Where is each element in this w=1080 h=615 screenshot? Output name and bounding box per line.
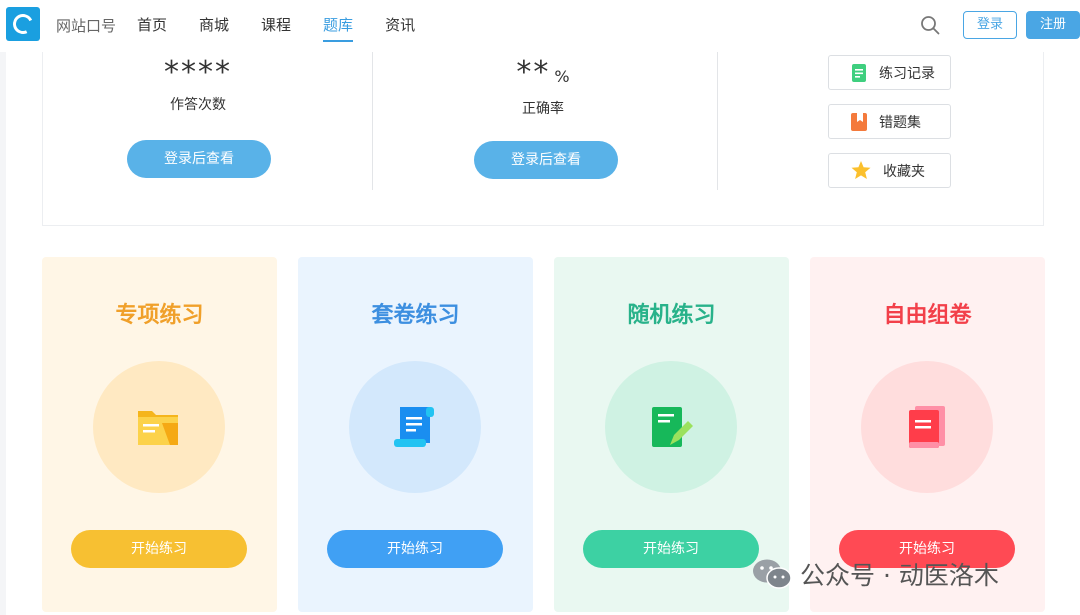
card-title: 专项练习 [115,303,204,328]
login-button[interactable]: 登录 [963,11,1017,39]
document-icon [852,63,866,82]
folder-icon [138,411,178,445]
scroll-icon [394,407,434,447]
practice-record-button[interactable]: 练习记录 [828,55,951,90]
accuracy-value: **% [516,55,570,90]
star-icon [851,161,871,179]
wechat-icon [753,559,792,589]
answer-count-value: **** [164,55,232,90]
card-icon-circle [349,361,481,493]
paper-practice-card: 套卷练习 开始练习 [298,257,533,612]
nav-item-question-bank[interactable]: 题库 [323,14,354,42]
site-logo[interactable] [6,7,40,41]
register-button[interactable]: 注册 [1026,11,1080,39]
start-practice-button[interactable]: 开始练习 [71,530,247,568]
stats-panel: **** 作答次数 登录后查看 **% 正确率 登录后查看 练习记录 错题集 收… [42,52,1044,226]
top-header: 网站口号 首页 商城 课程 题库 资讯 登录 注册 [0,0,1080,52]
bookmark-icon [851,112,867,131]
left-edge [0,52,6,615]
book-icon [909,406,945,448]
nav-item-home[interactable]: 首页 [137,14,167,42]
main-nav: 首页 商城 课程 题库 资讯 [137,14,447,42]
nav-item-news[interactable]: 资讯 [385,14,415,42]
answer-count-stat: **** 作答次数 [48,52,348,114]
card-icon-circle [605,361,737,493]
search-icon[interactable] [920,15,940,35]
card-title: 随机练习 [627,303,716,328]
special-practice-card: 专项练习 开始练习 [42,257,277,612]
wrong-questions-button[interactable]: 错题集 [828,104,951,139]
divider [717,52,718,190]
answer-count-login-button[interactable]: 登录后查看 [127,140,271,178]
card-icon-circle [861,361,993,493]
start-practice-button[interactable]: 开始练习 [583,530,759,568]
card-title: 套卷练习 [371,303,460,328]
watermark: 公众号 · 动医洛木 [752,556,999,592]
nav-item-shop[interactable]: 商城 [199,14,229,42]
card-icon-circle [93,361,225,493]
divider [372,52,373,190]
note-edit-icon [652,407,693,447]
site-name: 网站口号 [56,17,117,35]
favorites-button[interactable]: 收藏夹 [828,153,951,188]
accuracy-stat: **% 正确率 [393,52,693,118]
start-practice-button[interactable]: 开始练习 [327,530,503,568]
accuracy-label: 正确率 [522,101,564,117]
answer-count-label: 作答次数 [170,97,226,113]
nav-item-courses[interactable]: 课程 [261,14,291,42]
card-title: 自由组卷 [883,303,972,328]
accuracy-login-button[interactable]: 登录后查看 [474,141,618,179]
